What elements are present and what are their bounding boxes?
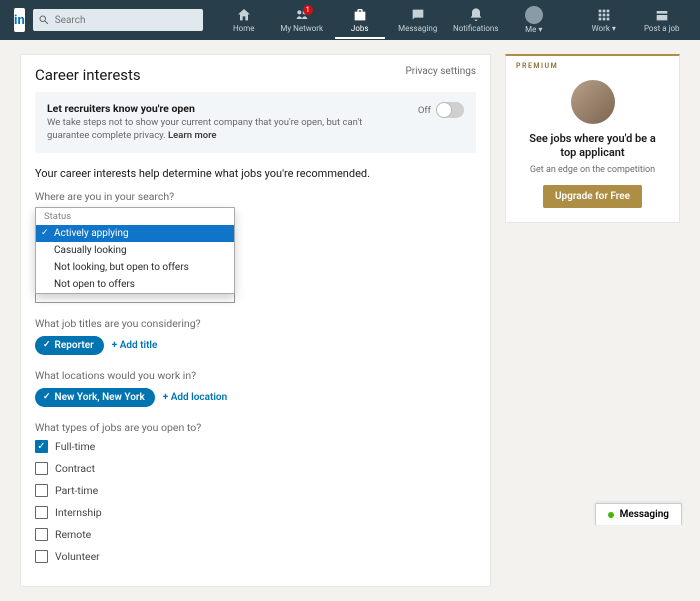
- job-type-row[interactable]: ✓ Full-time: [35, 440, 476, 453]
- job-type-label: Full-time: [55, 440, 95, 453]
- upgrade-button[interactable]: Upgrade for Free: [543, 185, 642, 208]
- job-type-row[interactable]: Part-time: [35, 484, 476, 497]
- locations-question: What locations would you work in?: [35, 369, 476, 382]
- nav-home[interactable]: Home: [219, 7, 269, 33]
- dropdown-header: Status: [36, 208, 234, 225]
- nav-me[interactable]: Me ▾: [509, 6, 559, 34]
- job-type-label: Remote: [55, 528, 91, 541]
- job-type-label: Contract: [55, 462, 95, 475]
- job-type-row[interactable]: Internship: [35, 506, 476, 519]
- checkbox-internship[interactable]: [35, 506, 48, 519]
- nav-notifications[interactable]: Notifications: [451, 7, 501, 33]
- career-interests-card: Career interests Privacy settings Let re…: [20, 54, 491, 587]
- location-chip-ny[interactable]: New York, New York: [35, 388, 155, 407]
- job-type-row[interactable]: Volunteer: [35, 550, 476, 563]
- nav-network[interactable]: 1My Network: [277, 7, 327, 33]
- titles-question: What job titles are you considering?: [35, 317, 476, 330]
- nav-messaging[interactable]: Messaging: [393, 7, 443, 33]
- intro-text: Your career interests help determine wha…: [21, 167, 490, 190]
- messaging-bar[interactable]: Messaging: [595, 503, 682, 525]
- nav-post-job[interactable]: Post a job: [637, 7, 687, 33]
- open-toggle[interactable]: Off: [418, 102, 464, 118]
- open-heading: Let recruiters know you're open: [47, 102, 404, 115]
- premium-sub: Get an edge on the competition: [520, 165, 665, 175]
- job-type-label: Part-time: [55, 484, 98, 497]
- premium-avatar: [571, 80, 615, 124]
- avatar-icon: [525, 6, 543, 24]
- title-chip-reporter[interactable]: Reporter: [35, 336, 104, 355]
- checkbox-part-time[interactable]: [35, 484, 48, 497]
- top-nav: in Home 1My Network Jobs Messaging Notif…: [0, 0, 700, 40]
- search-container: [33, 9, 203, 31]
- status-question: Where are you in your search?: [35, 190, 476, 203]
- add-location-link[interactable]: Add location: [163, 392, 227, 403]
- linkedin-logo[interactable]: in: [14, 8, 25, 32]
- job-type-label: Volunteer: [55, 550, 100, 563]
- search-input[interactable]: [33, 9, 203, 31]
- notification-badge: 1: [303, 5, 313, 15]
- search-icon: [38, 14, 50, 26]
- premium-tag: PREMIUM: [506, 56, 679, 76]
- toggle-label: Off: [418, 105, 431, 116]
- add-title-link[interactable]: Add title: [112, 340, 158, 351]
- status-option-not-looking[interactable]: Not looking, but open to offers: [36, 259, 234, 276]
- toggle-knob: [436, 102, 452, 118]
- checkbox-remote[interactable]: [35, 528, 48, 541]
- job-type-row[interactable]: Remote: [35, 528, 476, 541]
- checkbox-contract[interactable]: [35, 462, 48, 475]
- learn-more-link[interactable]: Learn more: [168, 130, 217, 141]
- premium-heading: See jobs where you'd be a top applicant: [520, 132, 665, 161]
- open-body: We take steps not to show your current c…: [47, 117, 404, 143]
- privacy-settings-link[interactable]: Privacy settings: [405, 66, 476, 84]
- checkbox-volunteer[interactable]: [35, 550, 48, 563]
- nav-jobs[interactable]: Jobs: [335, 7, 385, 33]
- premium-card: PREMIUM See jobs where you'd be a top ap…: [505, 54, 680, 223]
- status-dropdown: Status Actively applying Casually lookin…: [35, 207, 235, 294]
- toggle-switch[interactable]: [436, 102, 464, 118]
- nav-work[interactable]: Work ▾: [579, 7, 629, 33]
- job-type-row[interactable]: Contract: [35, 462, 476, 475]
- online-status-icon: [608, 512, 614, 518]
- checkbox-full-time[interactable]: ✓: [35, 440, 48, 453]
- open-to-recruiters-box: Let recruiters know you're open We take …: [35, 92, 476, 153]
- types-question: What types of jobs are you open to?: [35, 421, 476, 434]
- status-option-casual[interactable]: Casually looking: [36, 242, 234, 259]
- job-type-label: Internship: [55, 506, 102, 519]
- status-option-not-open[interactable]: Not open to offers: [36, 276, 234, 293]
- page-title: Career interests: [35, 66, 141, 84]
- status-option-active[interactable]: Actively applying: [36, 225, 234, 242]
